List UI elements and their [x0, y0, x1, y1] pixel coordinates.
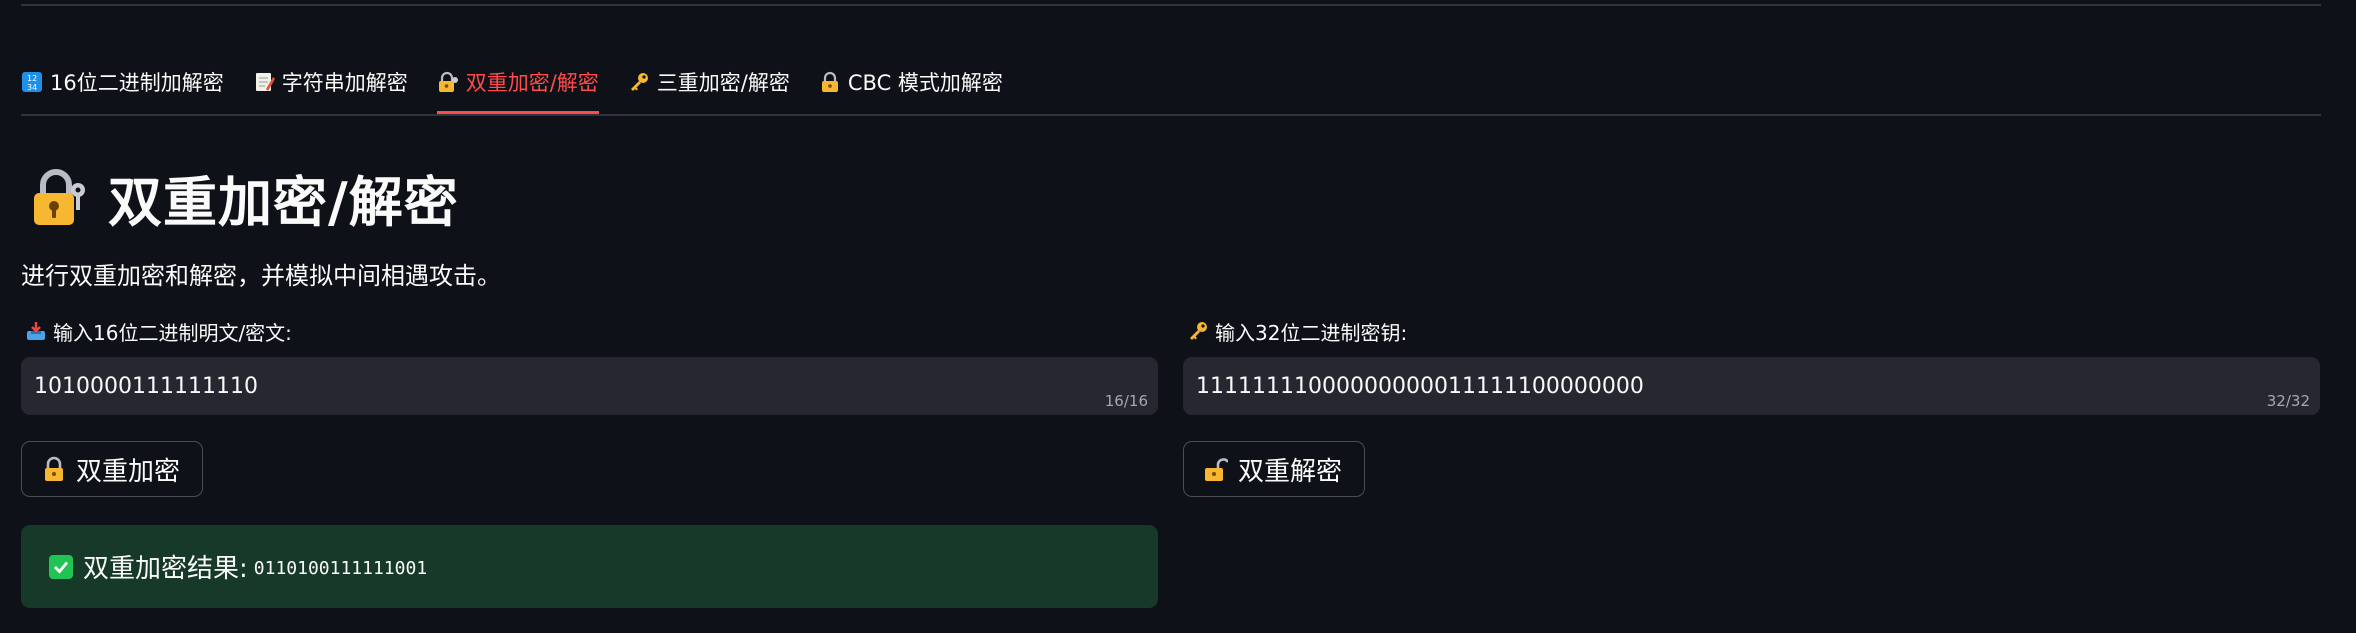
app-page: 12 34 16位二进制加解密 字符串加解密 双重加密/解密 三重加密/解密 C…: [0, 0, 2356, 633]
double-encrypt-button[interactable]: 双重加密: [21, 441, 204, 497]
inbox-tray-icon: [25, 320, 47, 342]
tab-label: 三重加密/解密: [656, 71, 790, 95]
double-encrypt-button-label: 双重加密: [76, 456, 181, 487]
plaintext-char-counter: 16/16: [1104, 392, 1148, 410]
lock-with-key-icon: [437, 71, 459, 93]
tab-label: 双重加密/解密: [465, 71, 599, 95]
page-subtitle: 进行双重加密和解密，并模拟中间相遇攻击。: [21, 262, 501, 290]
plaintext-label-text: 输入16位二进制明文/密文:: [53, 320, 292, 345]
tab-bar: 12 34 16位二进制加解密 字符串加解密 双重加密/解密 三重加密/解密 C…: [21, 60, 2321, 116]
tab-cbc-mode[interactable]: CBC 模式加解密: [819, 60, 1003, 104]
numbers-icon: 12 34: [21, 71, 43, 93]
plaintext-input-box: 16/16: [21, 357, 1158, 415]
tab-triple-encryption[interactable]: 三重加密/解密: [628, 60, 790, 104]
lock-with-key-icon: [28, 166, 90, 228]
tab-double-encryption[interactable]: 双重加密/解密: [436, 60, 599, 114]
plaintext-input[interactable]: [21, 357, 1158, 415]
key-icon: [628, 71, 650, 93]
result-value: 0110100111111001: [253, 558, 428, 579]
page-title-text: 双重加密/解密: [108, 170, 459, 234]
plaintext-section: 输入16位二进制明文/密文: 16/16: [21, 316, 1158, 415]
result-label: 双重加密结果:: [83, 554, 248, 584]
check-mark-icon: [49, 554, 73, 579]
lock-icon: [42, 456, 66, 482]
plaintext-label: 输入16位二进制明文/密文:: [21, 316, 1158, 346]
encryption-result-alert: 双重加密结果: 0110100111111001: [21, 525, 1158, 608]
key-label: 输入32位二进制密钥:: [1183, 316, 2320, 346]
key-label-text: 输入32位二进制密钥:: [1215, 320, 1408, 345]
key-section: 输入32位二进制密钥: 32/32: [1183, 316, 2320, 415]
tab-string[interactable]: 字符串加解密: [253, 60, 408, 104]
svg-text:34: 34: [27, 83, 37, 92]
tab-label: 字符串加解密: [281, 71, 408, 95]
double-decrypt-button[interactable]: 双重解密: [1183, 441, 1366, 497]
key-char-counter: 32/32: [2266, 392, 2310, 410]
tab-label: 16位二进制加解密: [50, 71, 224, 95]
double-decrypt-button-label: 双重解密: [1238, 456, 1343, 487]
key-input[interactable]: [1183, 357, 2320, 415]
page-title: 双重加密/解密: [28, 160, 459, 234]
tab-binary-16[interactable]: 12 34 16位二进制加解密: [21, 60, 224, 104]
tab-label: CBC 模式加解密: [847, 71, 1003, 95]
unlocked-icon: [1204, 456, 1228, 482]
key-icon: [1187, 320, 1209, 342]
top-divider: [21, 4, 2321, 6]
lock-icon: [819, 71, 841, 93]
svg-text:12: 12: [27, 74, 37, 83]
memo-icon: [253, 71, 275, 93]
key-input-box: 32/32: [1183, 357, 2320, 415]
